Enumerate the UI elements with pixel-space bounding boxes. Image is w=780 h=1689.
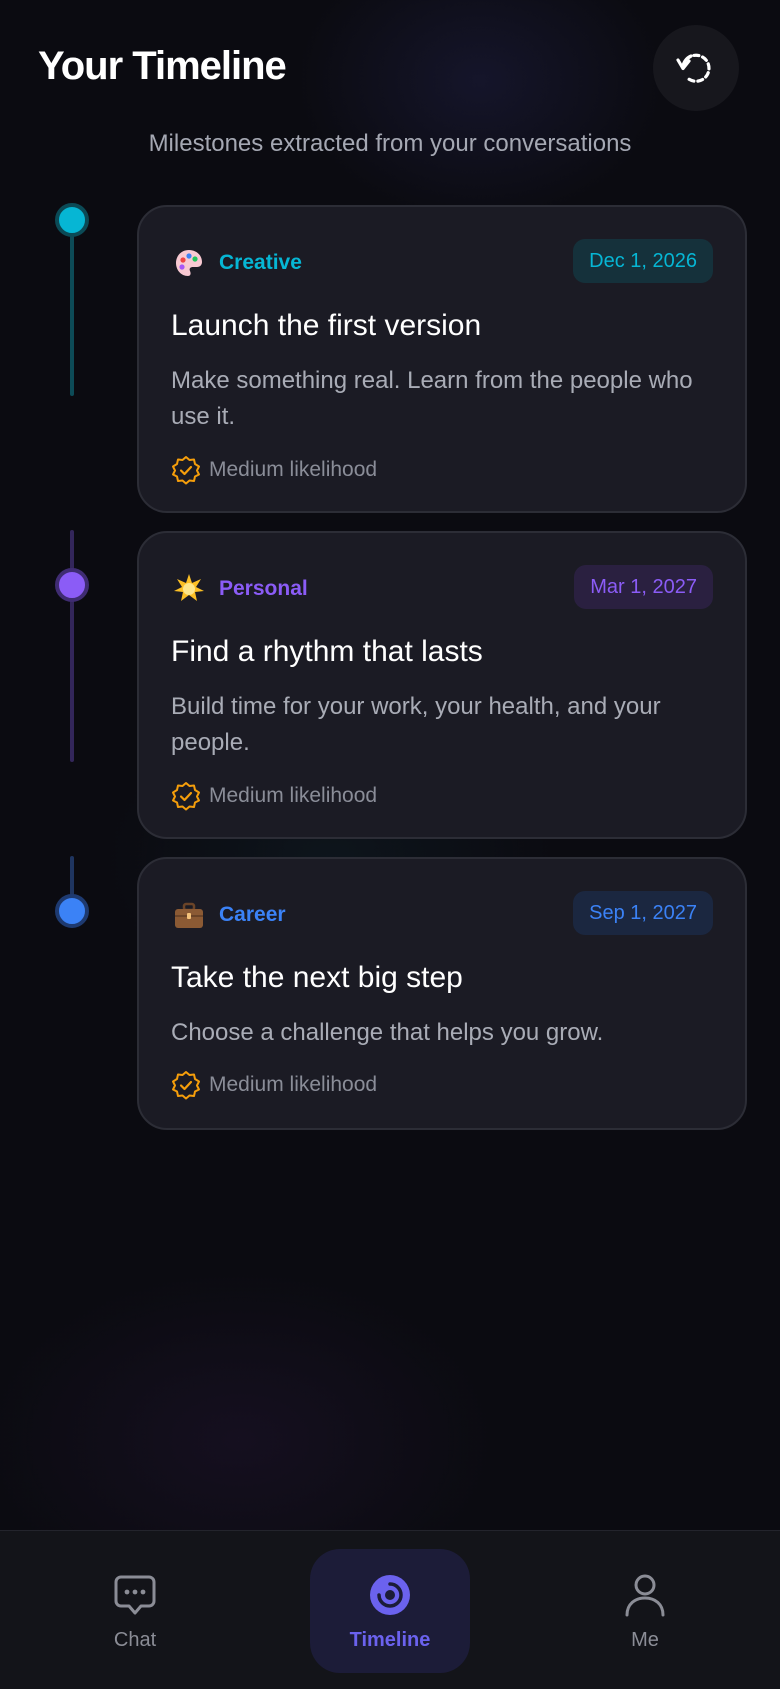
nav-label-me: Me xyxy=(631,1628,659,1651)
timeline-dot xyxy=(55,568,89,602)
likelihood-label: Medium likelihood xyxy=(209,458,378,481)
header: Your Timeline xyxy=(0,0,780,130)
bottom-nav: Chat Timeline Me xyxy=(0,1530,780,1689)
timeline-dot xyxy=(55,894,89,928)
category-label: Personal xyxy=(219,577,308,600)
verified-badge-icon xyxy=(171,1070,201,1100)
likelihood-label: Medium likelihood xyxy=(209,784,378,807)
nav-label-chat: Chat xyxy=(113,1628,157,1651)
timeline-connector xyxy=(70,530,74,762)
milestone-title: Launch the first version xyxy=(171,309,482,342)
likelihood-label: Medium likelihood xyxy=(209,1073,378,1096)
category-row: Career xyxy=(171,897,286,933)
person-icon xyxy=(621,1571,669,1619)
page-title: Your Timeline xyxy=(38,44,287,88)
milestone-title: Find a rhythm that lasts xyxy=(171,635,483,668)
page-subtitle: Milestones extracted from your conversat… xyxy=(148,130,632,157)
category-row: Creative xyxy=(171,245,302,281)
timeline-dot xyxy=(55,203,89,237)
palette-icon xyxy=(171,245,207,281)
milestone-description: Build time for your work, your health, a… xyxy=(171,693,661,756)
milestone-card[interactable]: Career Sep 1, 2027 Take the next big ste… xyxy=(137,857,747,1130)
refresh-icon xyxy=(676,53,711,83)
nav-item-me[interactable]: Me xyxy=(565,1549,725,1673)
category-label: Career xyxy=(219,903,286,926)
likelihood-row: Medium likelihood xyxy=(171,455,377,485)
category-row: Personal xyxy=(171,571,308,607)
date-badge: Dec 1, 2026 xyxy=(573,239,713,283)
nav-label-timeline: Timeline xyxy=(349,1628,431,1651)
likelihood-row: Medium likelihood xyxy=(171,1070,377,1100)
date-badge: Mar 1, 2027 xyxy=(574,565,713,609)
category-label: Creative xyxy=(219,251,302,274)
sparkle-icon xyxy=(171,571,207,607)
verified-badge-icon xyxy=(171,781,201,811)
timeline-icon xyxy=(366,1571,414,1619)
refresh-button[interactable] xyxy=(653,25,739,111)
nav-item-timeline[interactable]: Timeline xyxy=(310,1549,470,1673)
date-badge: Sep 1, 2027 xyxy=(573,891,713,935)
timeline-connector xyxy=(70,220,74,396)
milestone-card[interactable]: Creative Dec 1, 2026 Launch the first ve… xyxy=(137,205,747,513)
milestone-title: Take the next big step xyxy=(171,961,463,994)
briefcase-icon xyxy=(171,897,207,933)
likelihood-row: Medium likelihood xyxy=(171,781,377,811)
verified-badge-icon xyxy=(171,455,201,485)
milestone-description: Make something real. Learn from the peop… xyxy=(171,367,693,430)
chat-icon xyxy=(111,1571,159,1619)
milestone-card[interactable]: Personal Mar 1, 2027 Find a rhythm that … xyxy=(137,531,747,839)
nav-item-chat[interactable]: Chat xyxy=(55,1549,215,1673)
milestone-description: Choose a challenge that helps you grow. xyxy=(171,1019,604,1046)
